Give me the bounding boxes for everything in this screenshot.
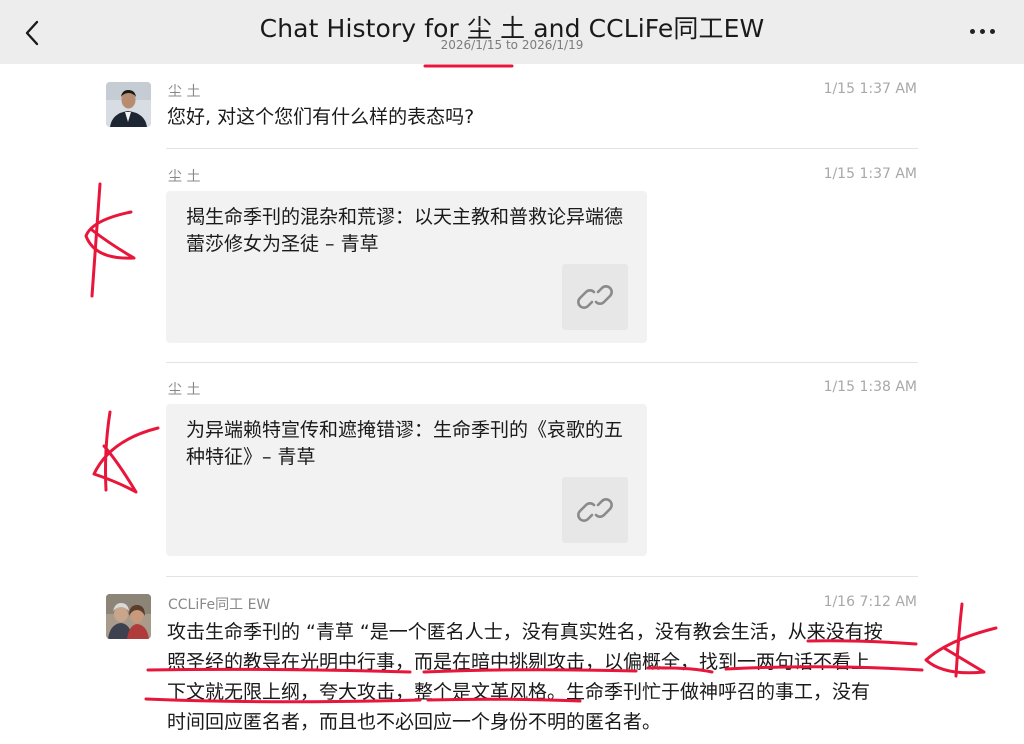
person-avatar-icon — [106, 82, 151, 127]
annotation-x-mark — [90, 182, 102, 298]
sender-name: 尘 土 — [168, 84, 201, 100]
more-dots-icon — [970, 29, 975, 34]
date-range: 2026/1/15 to 2026/1/19 — [440, 38, 584, 52]
avatar[interactable] — [106, 82, 151, 127]
message-text: 您好, 对这个您们有什么样的表态吗? — [167, 106, 475, 128]
message-time: 1/15 1:37 AM — [823, 166, 917, 182]
message-time: 1/16 7:12 AM — [823, 594, 917, 610]
divider — [166, 362, 918, 363]
link-icon — [562, 264, 628, 330]
annotation-x-mark — [954, 602, 964, 678]
link-card[interactable]: 揭生命季刊的混杂和荒谬：以天主教和普救论异端德蕾莎修女为圣徒 – 青草 — [166, 191, 647, 343]
couple-avatar-icon — [106, 594, 151, 639]
annotation-x-mark — [92, 426, 160, 494]
link-title: 为异端赖特宣传和遮掩错谬：生命季刊的《哀歌的五种特征》– 青草 — [186, 419, 624, 468]
more-button[interactable] — [968, 22, 998, 40]
annotation-x-mark — [104, 410, 112, 492]
message-text-line: 时间回应匿名者，而且也不必回应一个身份不明的匿名者。 — [167, 711, 662, 733]
sender-name: CCLiFe同工 EW — [168, 597, 271, 613]
link-title: 揭生命季刊的混杂和荒谬：以天主教和普救论异端德蕾莎修女为圣徒 – 青草 — [186, 206, 624, 255]
message-time: 1/15 1:38 AM — [823, 379, 917, 395]
link-icon — [562, 477, 628, 543]
annotation-x-mark — [924, 626, 998, 675]
divider — [166, 148, 918, 149]
divider — [166, 576, 918, 577]
title-bar: Chat History for 尘 土 and CCLiFe同工EW 2026… — [0, 0, 1024, 64]
sender-name: 尘 土 — [168, 169, 201, 185]
avatar[interactable] — [106, 594, 151, 639]
message-text-line: 照圣经的教导在光明中行事，而是在暗中挑剔攻击，以偏概全，找到一两句话不看上 — [167, 651, 871, 673]
link-card[interactable]: 为异端赖特宣传和遮掩错谬：生命季刊的《哀歌的五种特征》– 青草 — [166, 404, 647, 556]
annotation-x-mark — [84, 210, 136, 260]
message-text-line: 攻击生命季刊的 “青草 “是一个匿名人士，没有真实姓名，没有教会生活，从来没有按 — [167, 621, 883, 643]
message-text-line: 下文就无限上纲，夸大攻击，整个是文革风格。生命季刊忙于做神呼召的事工，没有 — [167, 681, 871, 703]
message-time: 1/15 1:37 AM — [823, 81, 917, 97]
sender-name: 尘 土 — [168, 382, 201, 398]
